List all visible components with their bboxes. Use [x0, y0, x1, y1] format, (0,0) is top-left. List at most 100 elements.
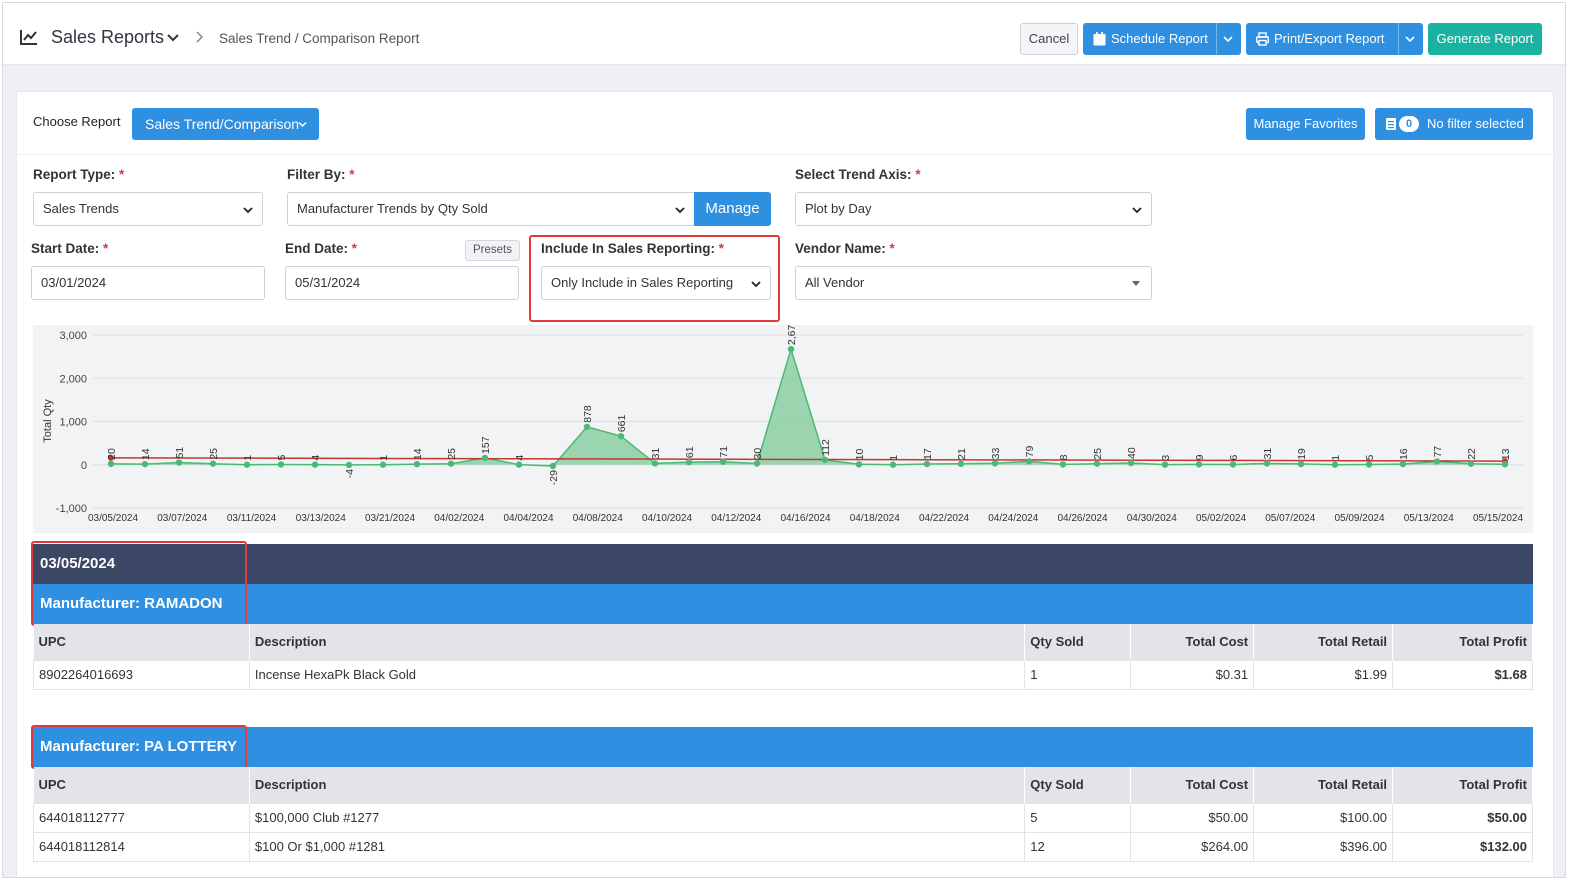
presets-button[interactable]: Presets	[465, 240, 520, 261]
manage-button[interactable]: Manage	[694, 192, 771, 226]
sales-table: UPC Description Qty Sold Total Cost Tota…	[33, 624, 1533, 690]
data-point	[855, 461, 863, 468]
x-tick-label: 04/02/2024	[434, 513, 484, 524]
column-header[interactable]: Description	[249, 624, 1026, 660]
data-point	[787, 345, 795, 353]
vendor-name-label: Vendor Name: *	[795, 241, 895, 256]
data-label: 10	[854, 448, 866, 460]
data-point	[1399, 460, 1407, 468]
column-header[interactable]: Total Cost	[1130, 767, 1255, 803]
end-date-input[interactable]: 05/31/2024	[285, 266, 519, 300]
column-header[interactable]: Description	[249, 767, 1026, 803]
data-point	[549, 462, 557, 470]
highlight-box	[31, 541, 247, 626]
filter-list-icon	[1386, 118, 1396, 130]
calendar-icon	[1093, 32, 1106, 46]
data-label: 3	[1160, 455, 1172, 461]
data-point	[175, 459, 183, 466]
vendor-name-label-text: Vendor Name:	[795, 241, 886, 256]
choose-report-row: Choose Report Sales Trend/Comparison Man…	[17, 92, 1553, 155]
data-point	[1433, 458, 1441, 465]
data-label: 2,674	[786, 325, 798, 345]
filter-by-select[interactable]: Manufacturer Trends by Qty Sold	[287, 192, 695, 226]
column-header[interactable]: UPC	[33, 624, 250, 660]
vendor-name-select[interactable]: All Vendor	[795, 266, 1152, 300]
trend-axis-select[interactable]: Plot by Day	[795, 192, 1152, 226]
trend-chart-svg: 3,0002,0001,0000-1,000Total Qty20 14 51 25 1…	[42, 325, 1523, 524]
data-point	[107, 460, 115, 468]
schedule-report-label: Schedule Report	[1111, 31, 1208, 46]
data-label: 5	[276, 455, 288, 461]
y-tick-label: -1,000	[56, 503, 87, 515]
data-point	[345, 461, 353, 469]
data-label: 14	[412, 448, 424, 460]
manage-favorites-button[interactable]: Manage Favorites	[1246, 108, 1365, 140]
highlight-box	[31, 725, 247, 769]
data-point	[617, 432, 625, 440]
data-point	[515, 461, 523, 468]
table-row: 644018112814 $100 Or $1,000 #1281 12 $26…	[33, 831, 1533, 862]
filter-by-label: Filter By: *	[287, 167, 355, 182]
data-label: -4	[344, 469, 356, 478]
profit-cell: $132.00	[1392, 831, 1533, 862]
data-label: 17	[922, 448, 934, 460]
required-mark: *	[119, 167, 125, 182]
description-cell: $100,000 Club #1277	[248, 802, 1026, 833]
y-tick-label: 1,000	[59, 417, 87, 429]
print-export-label: Print/Export Report	[1274, 31, 1385, 46]
data-point	[1297, 460, 1305, 468]
description-cell: Incense HexaPk Black Gold	[248, 659, 1026, 690]
chevron-down-icon[interactable]	[167, 33, 179, 43]
print-export-button[interactable]: Print/Export Report	[1246, 23, 1423, 55]
data-label: -29	[548, 470, 560, 485]
column-header[interactable]: Total Retail	[1253, 767, 1394, 803]
profit-cell: $50.00	[1392, 802, 1533, 833]
x-tick-label: 03/21/2024	[365, 513, 415, 524]
data-label: 16	[1398, 448, 1410, 460]
column-header[interactable]: Qty Sold	[1024, 767, 1132, 803]
column-header[interactable]: Total Cost	[1130, 624, 1255, 660]
cancel-button[interactable]: Cancel	[1020, 23, 1078, 55]
column-header[interactable]: Total Retail	[1253, 624, 1394, 660]
filter-button[interactable]: 0 No filter selected	[1375, 108, 1533, 140]
data-label: 77	[1432, 446, 1444, 458]
required-mark: *	[349, 167, 355, 182]
column-header[interactable]: Total Profit	[1392, 624, 1533, 660]
column-header[interactable]: Total Profit	[1392, 767, 1533, 803]
upc-cell: 644018112777	[33, 802, 250, 833]
chevron-down-icon[interactable]	[1223, 35, 1233, 43]
choose-report-dropdown[interactable]: Sales Trend/Comparison	[132, 108, 319, 140]
data-point	[1093, 460, 1101, 467]
generate-report-button[interactable]: Generate Report	[1428, 23, 1542, 55]
column-header[interactable]: UPC	[33, 767, 250, 803]
report-type-select[interactable]: Sales Trends	[33, 192, 263, 226]
data-point	[651, 460, 659, 467]
x-tick-label: 04/30/2024	[1127, 513, 1177, 524]
qty-cell: 12	[1024, 831, 1132, 862]
include-reporting-select[interactable]: Only Include in Sales Reporting	[541, 266, 771, 300]
split-divider	[1216, 23, 1217, 55]
trend-axis-label: Select Trend Axis: *	[795, 167, 921, 182]
qty-cell: 1	[1024, 659, 1132, 690]
schedule-report-button[interactable]: Schedule Report	[1083, 23, 1241, 55]
data-label: 31	[1262, 448, 1274, 460]
x-tick-label: 04/10/2024	[642, 513, 692, 524]
report-type-label-text: Report Type:	[33, 167, 116, 182]
chevron-down-icon	[1132, 207, 1142, 214]
filter-label: No filter selected	[1427, 116, 1524, 131]
data-point	[923, 460, 931, 468]
data-point	[753, 460, 761, 467]
data-point	[1467, 460, 1475, 467]
data-point	[889, 461, 897, 468]
page-title[interactable]: Sales Reports	[51, 27, 164, 48]
start-date-label-text: Start Date:	[31, 241, 100, 256]
x-tick-label: 04/12/2024	[711, 513, 761, 524]
data-label: 9	[1194, 454, 1206, 460]
x-tick-label: 04/18/2024	[850, 513, 900, 524]
column-header[interactable]: Qty Sold	[1024, 624, 1132, 660]
chevron-down-icon[interactable]	[1405, 35, 1415, 43]
data-point	[1025, 458, 1033, 465]
start-date-input[interactable]: 03/01/2024	[31, 266, 265, 300]
x-tick-label: 03/11/2024	[227, 513, 277, 524]
data-point	[1501, 460, 1509, 468]
